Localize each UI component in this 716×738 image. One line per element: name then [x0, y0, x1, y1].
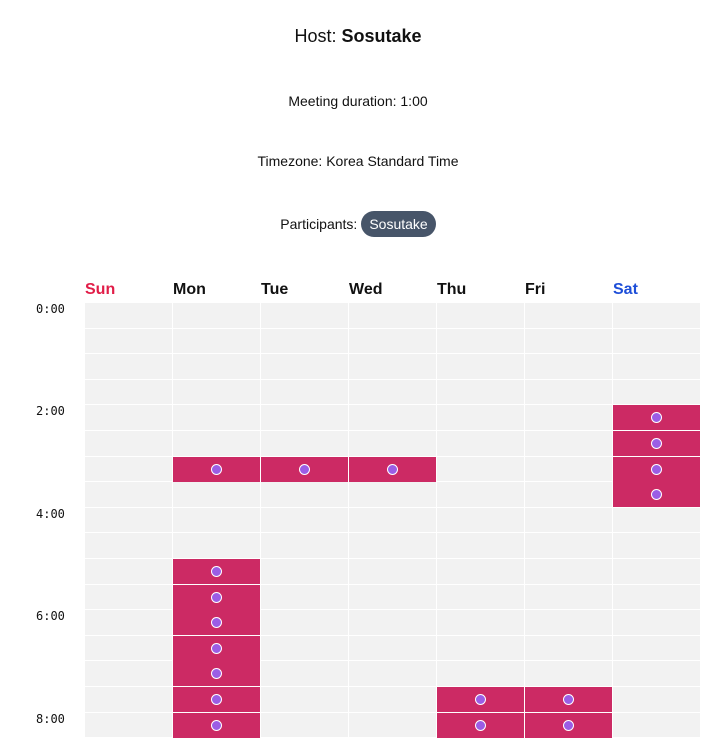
available-slot-mon[interactable] [173, 661, 260, 686]
participant-dot [475, 720, 486, 731]
day-header-thu: Thu [437, 281, 467, 298]
available-slot-sat[interactable] [613, 405, 700, 430]
participant-dot [299, 464, 310, 475]
participant-dot [211, 720, 222, 731]
host-line: Host: Sosutake [0, 26, 716, 47]
time-label: 4:00 [36, 506, 65, 521]
grid-row-divider [85, 507, 700, 508]
available-slot-mon[interactable] [173, 559, 260, 584]
participant-dot [211, 694, 222, 705]
day-header-sat: Sat [613, 281, 638, 298]
participant-dot [563, 720, 574, 731]
available-slot-mon[interactable] [173, 585, 260, 610]
grid-column-divider [260, 303, 261, 738]
grid-row-divider [85, 353, 700, 354]
time-label: 2:00 [36, 404, 65, 419]
participant-dot [475, 694, 486, 705]
participant-dot [651, 438, 662, 449]
day-header-wed: Wed [349, 281, 383, 298]
participants-row: Participants: Sosutake [0, 211, 716, 237]
grid-column-divider [436, 303, 437, 738]
participants-label: Participants: [280, 216, 358, 232]
grid-row-divider [85, 430, 700, 431]
participant-dot [211, 592, 222, 603]
available-slot-mon[interactable] [173, 687, 260, 712]
day-header-fri: Fri [525, 281, 546, 298]
available-slot-fri[interactable] [525, 687, 612, 712]
participant-dot [651, 412, 662, 423]
grid-row-divider [85, 404, 700, 405]
available-slot-sat[interactable] [613, 457, 700, 482]
grid-row-divider [85, 328, 700, 329]
participant-dot [211, 566, 222, 577]
grid-row-divider [85, 532, 700, 533]
day-header-mon: Mon [173, 281, 206, 298]
time-label: 0:00 [36, 302, 65, 316]
participant-dot [651, 464, 662, 475]
host-label: Host: [294, 26, 337, 46]
grid-column-divider [612, 303, 613, 738]
availability-grid[interactable] [85, 303, 700, 738]
participant-dot [211, 643, 222, 654]
available-slot-thu[interactable] [437, 713, 524, 738]
available-slot-sat[interactable] [613, 431, 700, 456]
available-slot-thu[interactable] [437, 687, 524, 712]
available-slot-sat[interactable] [613, 482, 700, 507]
participant-chip[interactable]: Sosutake [361, 211, 436, 237]
available-slot-tue[interactable] [261, 457, 348, 482]
day-header-tue: Tue [261, 281, 289, 298]
available-slot-mon[interactable] [173, 636, 260, 661]
host-name: Sosutake [341, 26, 422, 46]
timezone: Timezone: Korea Standard Time [257, 153, 459, 169]
available-slot-mon[interactable] [173, 457, 260, 482]
grid-column-divider [524, 303, 525, 738]
grid-row-divider [85, 379, 700, 380]
available-slot-mon[interactable] [173, 610, 260, 635]
participant-dot [211, 617, 222, 628]
time-label: 8:00 [36, 711, 65, 726]
available-slot-mon[interactable] [173, 713, 260, 738]
available-slot-wed[interactable] [349, 457, 436, 482]
day-header-sun: Sun [85, 281, 116, 298]
participant-dot [651, 489, 662, 500]
meeting-duration: Meeting duration: 1:00 [288, 93, 428, 109]
participant-dot [563, 694, 574, 705]
participant-dot [211, 464, 222, 475]
grid-column-divider [348, 303, 349, 738]
time-label: 6:00 [36, 609, 65, 624]
participant-dot [387, 464, 398, 475]
participant-dot [211, 668, 222, 679]
available-slot-fri[interactable] [525, 713, 612, 738]
